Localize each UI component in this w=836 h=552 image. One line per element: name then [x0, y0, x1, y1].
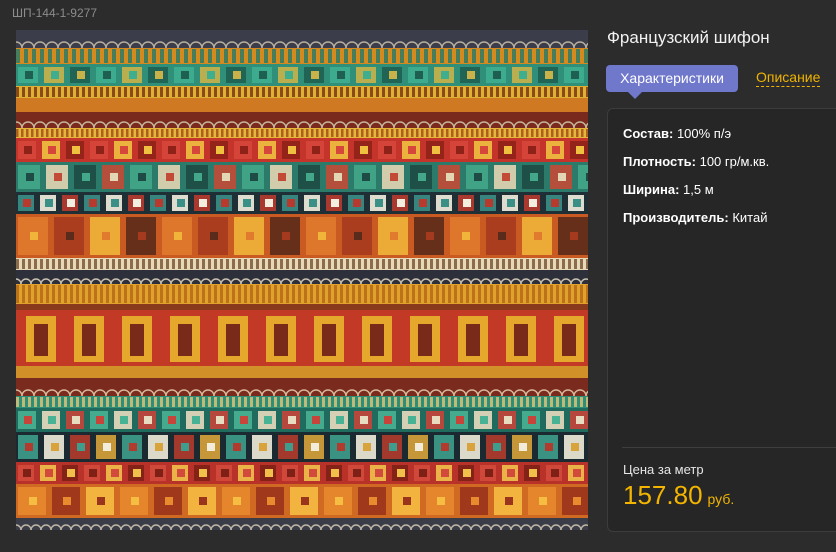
product-title: Французский шифон: [607, 28, 770, 47]
active-tab-pointer: [628, 92, 642, 99]
spec-value: Китай: [732, 210, 768, 225]
spec-value: 100% п/э: [676, 126, 732, 141]
price: 157.80 руб.: [623, 480, 734, 511]
spec-width: Ширина: 1,5 м: [623, 182, 714, 197]
spec-value: 100 гр/м.кв.: [699, 154, 770, 169]
spec-density: Плотность: 100 гр/м.кв.: [623, 154, 769, 169]
spec-manufacturer: Производитель: Китай: [623, 210, 767, 225]
spec-value: 1,5 м: [683, 182, 714, 197]
spec-label: Состав:: [623, 126, 674, 141]
specs-card: Состав: 100% п/э Плотность: 100 гр/м.кв.…: [607, 108, 836, 532]
fabric-photo: [16, 30, 588, 530]
spec-label: Ширина:: [623, 182, 680, 197]
product-sku: ШП-144-1-9277: [12, 6, 98, 20]
price-label: Цена за метр: [623, 462, 704, 477]
price-divider: [622, 447, 836, 448]
price-value: 157.80: [623, 480, 703, 510]
spec-composition: Состав: 100% п/э: [623, 126, 731, 141]
tab-characteristics[interactable]: Характеристики: [606, 65, 738, 92]
price-currency: руб.: [707, 491, 735, 507]
spec-label: Плотность:: [623, 154, 696, 169]
tab-description[interactable]: Описание: [756, 69, 821, 87]
spec-label: Производитель:: [623, 210, 729, 225]
